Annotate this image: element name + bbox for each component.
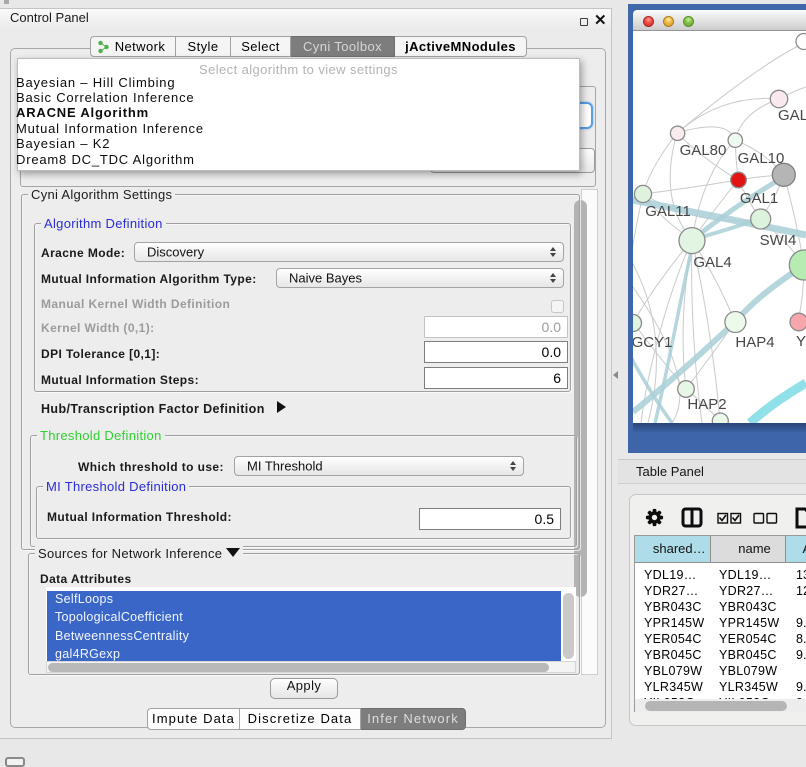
svg-text:HAP2: HAP2 (687, 396, 726, 413)
svg-text:GAL10: GAL10 (738, 150, 785, 167)
svg-text:GAL1: GAL1 (740, 190, 778, 207)
svg-text:HAP4: HAP4 (735, 334, 774, 351)
svg-text:Y: Y (796, 333, 806, 350)
svg-text:SWI4: SWI4 (760, 232, 797, 249)
svg-text:GAL4: GAL4 (693, 254, 731, 271)
svg-text:GCY1: GCY1 (633, 334, 672, 351)
svg-text:GAL: GAL (778, 107, 806, 124)
svg-text:GAL11: GAL11 (645, 203, 691, 220)
svg-text:GAL80: GAL80 (680, 142, 727, 159)
